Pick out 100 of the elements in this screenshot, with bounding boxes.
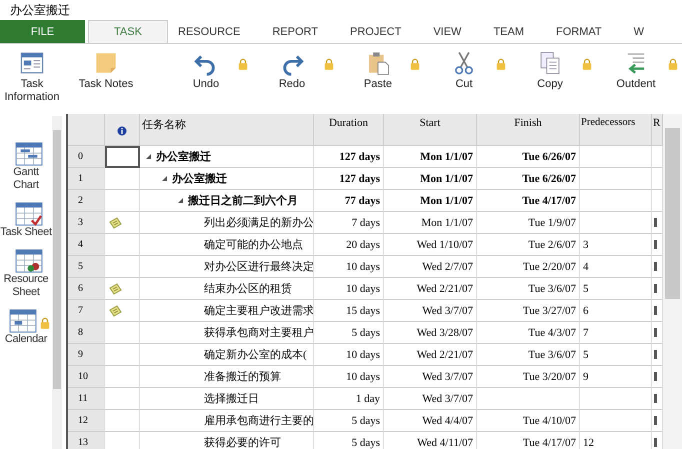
predecessors-cell: 4 [580,256,652,278]
column-header[interactable]: Finish [477,114,580,146]
task-name: 确定新办公室的成本( [204,348,307,362]
duration-cell: 127 days [314,168,384,190]
task-view-icon [15,202,43,226]
task-name: 雇用承包商进行主要的 [204,414,313,428]
ribbon-button[interactable]: Cut [432,50,496,91]
start-date-cell: Mon 1/1/07 [384,146,477,168]
finish-date-cell: Tue 2/6/07 [477,234,580,256]
ribbon-tab[interactable]: TASK [88,20,168,43]
row-number[interactable]: 13 [68,432,105,449]
column-header[interactable] [105,114,140,146]
row-number[interactable]: 12 [68,410,105,432]
task-name: 选择搬迁日 [204,392,259,406]
column-header[interactable]: R [652,114,663,146]
finish-date-cell: Tue 4/17/07 [477,190,580,212]
predecessors-cell: 7 [580,322,652,344]
duration-cell: 20 days [314,234,384,256]
duration-cell: 7 days [314,212,384,234]
row-number[interactable]: 1 [68,168,105,190]
row-number[interactable]: 7 [68,300,105,322]
start-date-cell: Wed 2/21/07 [384,278,477,300]
predecessors-cell: 9 [580,366,652,388]
row-number[interactable]: 0 [68,146,105,168]
row-number[interactable]: 11 [68,388,105,410]
scrollbar[interactable] [663,114,682,449]
predecessors-cell: 3 [580,234,652,256]
finish-date-cell: Tue 4/10/07 [477,410,580,432]
start-date-cell: Mon 1/1/07 [384,212,477,234]
column-header[interactable]: 任务名称 [140,114,314,146]
view-button[interactable]: Task Sheet [0,226,52,239]
task-name: 搬迁日之前二到六个月 [188,194,298,208]
start-date-cell: Wed 1/10/07 [384,234,477,256]
predecessors-cell: 5 [580,278,652,300]
ribbon-button[interactable]: Paste [346,50,410,91]
ribbon-button[interactable]: Undo [174,50,238,91]
finish-date-cell: Tue 6/26/07 [477,168,580,190]
corner-cell [68,114,105,146]
start-date-cell: Wed 3/7/07 [384,366,477,388]
row-number[interactable]: 8 [68,322,105,344]
duration-cell: 5 days [314,322,384,344]
finish-date-cell: Tue 6/26/07 [477,146,580,168]
info-icon [19,50,45,76]
collapse-toggle-icon[interactable] [146,154,151,159]
ribbon-button[interactable]: Copy [518,50,582,91]
task-name: 获得必要的许可 [204,436,281,449]
view-button[interactable]: Calendar [0,333,52,346]
collapse-toggle-icon[interactable] [162,176,167,181]
finish-date-cell: Tue 3/6/07 [477,344,580,366]
row-number[interactable]: 5 [68,256,105,278]
start-date-cell: Wed 2/7/07 [384,256,477,278]
task-name: 结束办公区的租赁 [204,282,292,296]
predecessors-cell: 5 [580,344,652,366]
finish-date-cell: Tue 3/6/07 [477,278,580,300]
calendar-view-icon [8,309,36,333]
column-header[interactable]: Predecessors [580,114,652,146]
ribbon-button[interactable]: Redo [260,50,324,91]
collapse-toggle-icon[interactable] [178,198,183,203]
predecessors-cell: 6 [580,300,652,322]
finish-date-cell: Tue 1/9/07 [477,212,580,234]
finish-date-cell: Tue 4/17/07 [477,432,580,449]
duration-cell: 77 days [314,190,384,212]
duration-cell: 10 days [314,278,384,300]
start-date-cell: Wed 3/7/07 [384,388,477,410]
ribbon-button[interactable]: Task Information [0,50,64,104]
column-header[interactable]: Start [384,114,477,146]
duration-cell: 10 days [314,344,384,366]
ribbon-tab[interactable]: FILE [0,20,85,43]
task-name: 对办公区进行最终决定 [204,260,313,274]
row-number[interactable]: 9 [68,344,105,366]
view-button[interactable]: Resource Sheet [0,273,52,299]
row-number[interactable]: 3 [68,212,105,234]
scrollbar[interactable] [52,116,62,449]
duration-cell: 5 days [314,432,384,449]
row-number[interactable]: 6 [68,278,105,300]
row-number[interactable]: 2 [68,190,105,212]
start-date-cell: Wed 4/11/07 [384,432,477,449]
duration-cell: 15 days [314,300,384,322]
indicator-cell[interactable] [105,146,140,168]
view-button[interactable]: Gantt Chart [0,166,52,192]
start-date-cell: Mon 1/1/07 [384,168,477,190]
row-number[interactable]: 10 [68,366,105,388]
start-date-cell: Wed 4/4/07 [384,410,477,432]
ribbon-button[interactable]: Task Notes [68,50,144,91]
start-date-cell: Wed 2/21/07 [384,344,477,366]
duration-cell: 1 day [314,388,384,410]
finish-date-cell: Tue 2/20/07 [477,256,580,278]
task-name: 确定可能的办公地点 [204,238,303,252]
column-header[interactable]: Duration [314,114,384,146]
task-name: 获得承包商对主要租户 [204,326,313,340]
task-name: 准备搬迁的预算 [204,370,281,384]
empty-cell [580,190,652,212]
task-name: 办公室搬迁 [156,150,211,164]
gantt-view-icon [15,142,43,166]
row-number[interactable]: 4 [68,234,105,256]
empty-cell [580,146,652,168]
ribbon-button[interactable]: Outdent [604,50,668,91]
duration-cell: 5 days [314,410,384,432]
duration-cell: 127 days [314,146,384,168]
finish-date-cell: Tue 4/3/07 [477,322,580,344]
